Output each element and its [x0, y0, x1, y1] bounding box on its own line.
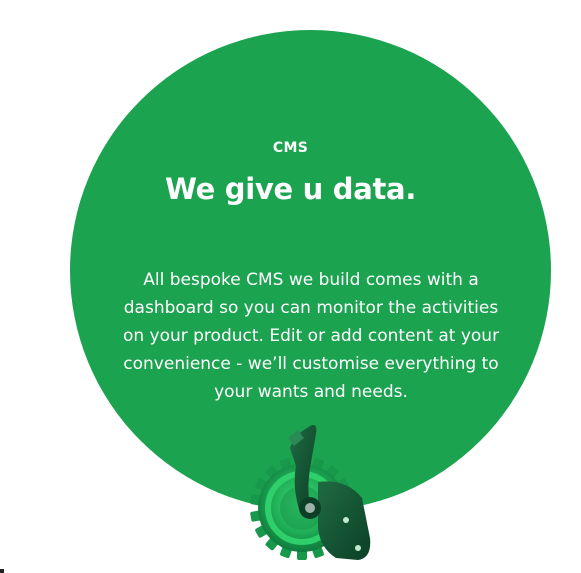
decorative-dot	[0, 569, 4, 573]
section-headline: We give u data.	[164, 172, 417, 206]
gear-lever-icon	[250, 425, 371, 560]
section-eyebrow-label: CMS	[272, 140, 309, 156]
section-description: All bespoke CMS we build comes with a da…	[122, 270, 500, 402]
